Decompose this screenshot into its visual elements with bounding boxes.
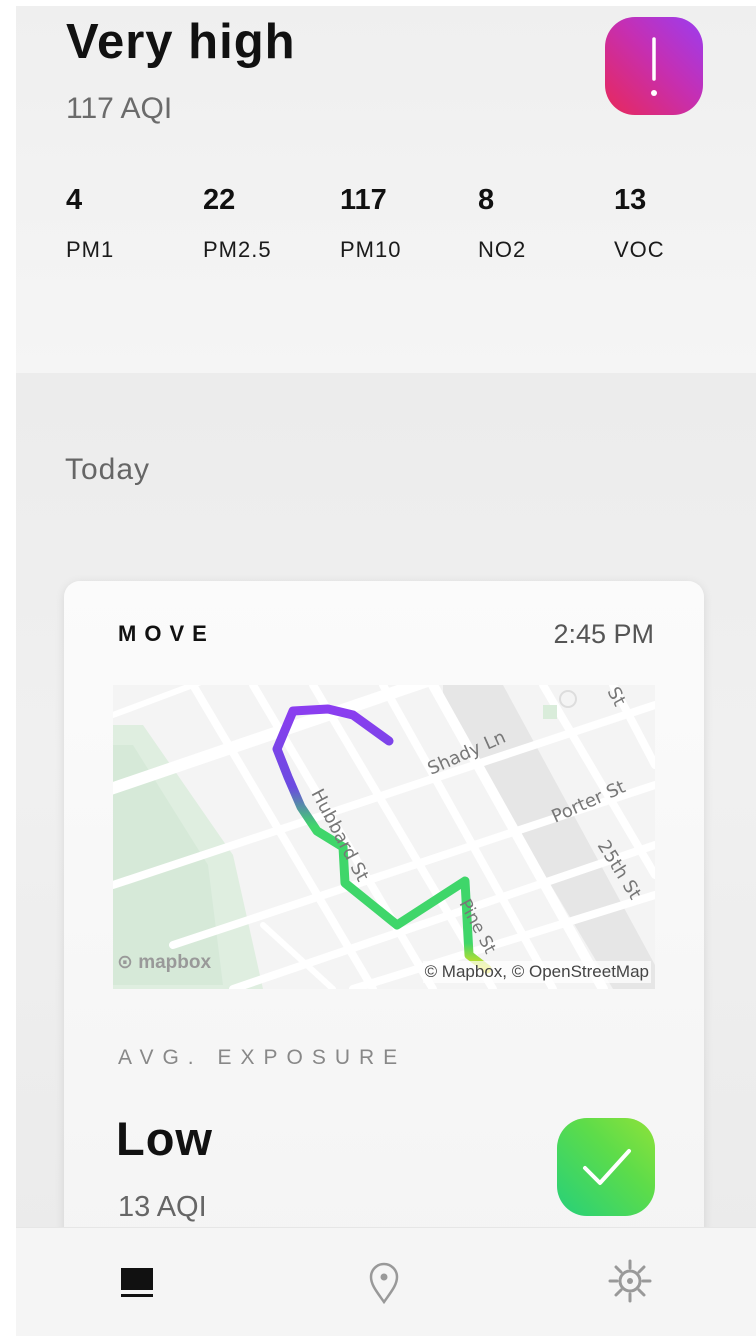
alert-badge[interactable] — [605, 17, 703, 115]
pollutant-voc: 13 VOC — [614, 184, 665, 263]
section-title: Today — [65, 453, 151, 486]
activity-type: MOVE — [118, 621, 215, 646]
air-quality-index: 117 AQI — [66, 92, 173, 125]
exposure-status-badge — [557, 1118, 655, 1216]
pollutant-pm25: 22 PM2.5 — [203, 184, 272, 263]
tab-settings[interactable] — [605, 1256, 655, 1306]
air-quality-level: Very high — [66, 15, 296, 69]
app-screen: Very high 117 AQI 4 PM1 22 PM2.5 117 PM1… — [16, 6, 756, 1336]
tab-map[interactable] — [359, 1256, 409, 1306]
pollutant-label: PM2.5 — [203, 237, 272, 262]
exclamation-icon — [651, 37, 657, 96]
feed-icon — [121, 1268, 153, 1297]
pollutant-value: 13 — [614, 184, 647, 216]
pollutant-no2: 8 NO2 — [478, 184, 526, 263]
pollutant-value: 117 — [340, 184, 387, 216]
pollutant-value: 4 — [66, 184, 83, 216]
map-attribution[interactable]: © Mapbox, © OpenStreetMap — [422, 961, 651, 983]
pollutant-value: 8 — [478, 184, 495, 216]
exposure-aqi: 13 AQI — [118, 1191, 207, 1223]
bottom-tab-bar — [16, 1227, 756, 1336]
map-pin-icon — [369, 1262, 399, 1305]
activity-card[interactable]: MOVE 2:45 PM Shady Ln Porter St 25th St … — [64, 581, 704, 1281]
tab-feed[interactable] — [113, 1256, 163, 1306]
mapbox-logo[interactable]: ⊙ mapbox — [117, 951, 211, 974]
pollutant-pm1: 4 PM1 — [66, 184, 114, 263]
checkmark-icon — [583, 1149, 631, 1185]
pollutant-label: NO2 — [478, 237, 527, 262]
route-map[interactable]: Shady Ln Porter St 25th St Hubbard St Pi… — [113, 685, 655, 989]
current-air-quality: Very high 117 AQI 4 PM1 22 PM2.5 117 PM1… — [16, 6, 756, 373]
exposure-label: AVG. EXPOSURE — [118, 1046, 407, 1069]
exposure-level: Low — [116, 1112, 213, 1165]
pollutant-value: 22 — [203, 184, 236, 216]
pollutant-pm10: 117 PM10 — [340, 184, 401, 263]
map-canvas: Shady Ln Porter St 25th St Hubbard St Pi… — [113, 685, 655, 989]
pollutant-readings: 4 PM1 22 PM2.5 117 PM10 8 NO2 13 VOC — [66, 184, 706, 274]
pollutant-label: PM10 — [340, 237, 402, 262]
pollutant-label: VOC — [614, 237, 665, 262]
today-section: Today MOVE 2:45 PM Shady Ln Porter St 25… — [16, 373, 756, 1336]
mapbox-logo-icon: ⊙ — [117, 952, 133, 973]
pollutant-label: PM1 — [66, 237, 115, 262]
activity-time: 2:45 PM — [553, 619, 654, 649]
gear-icon — [608, 1259, 652, 1303]
